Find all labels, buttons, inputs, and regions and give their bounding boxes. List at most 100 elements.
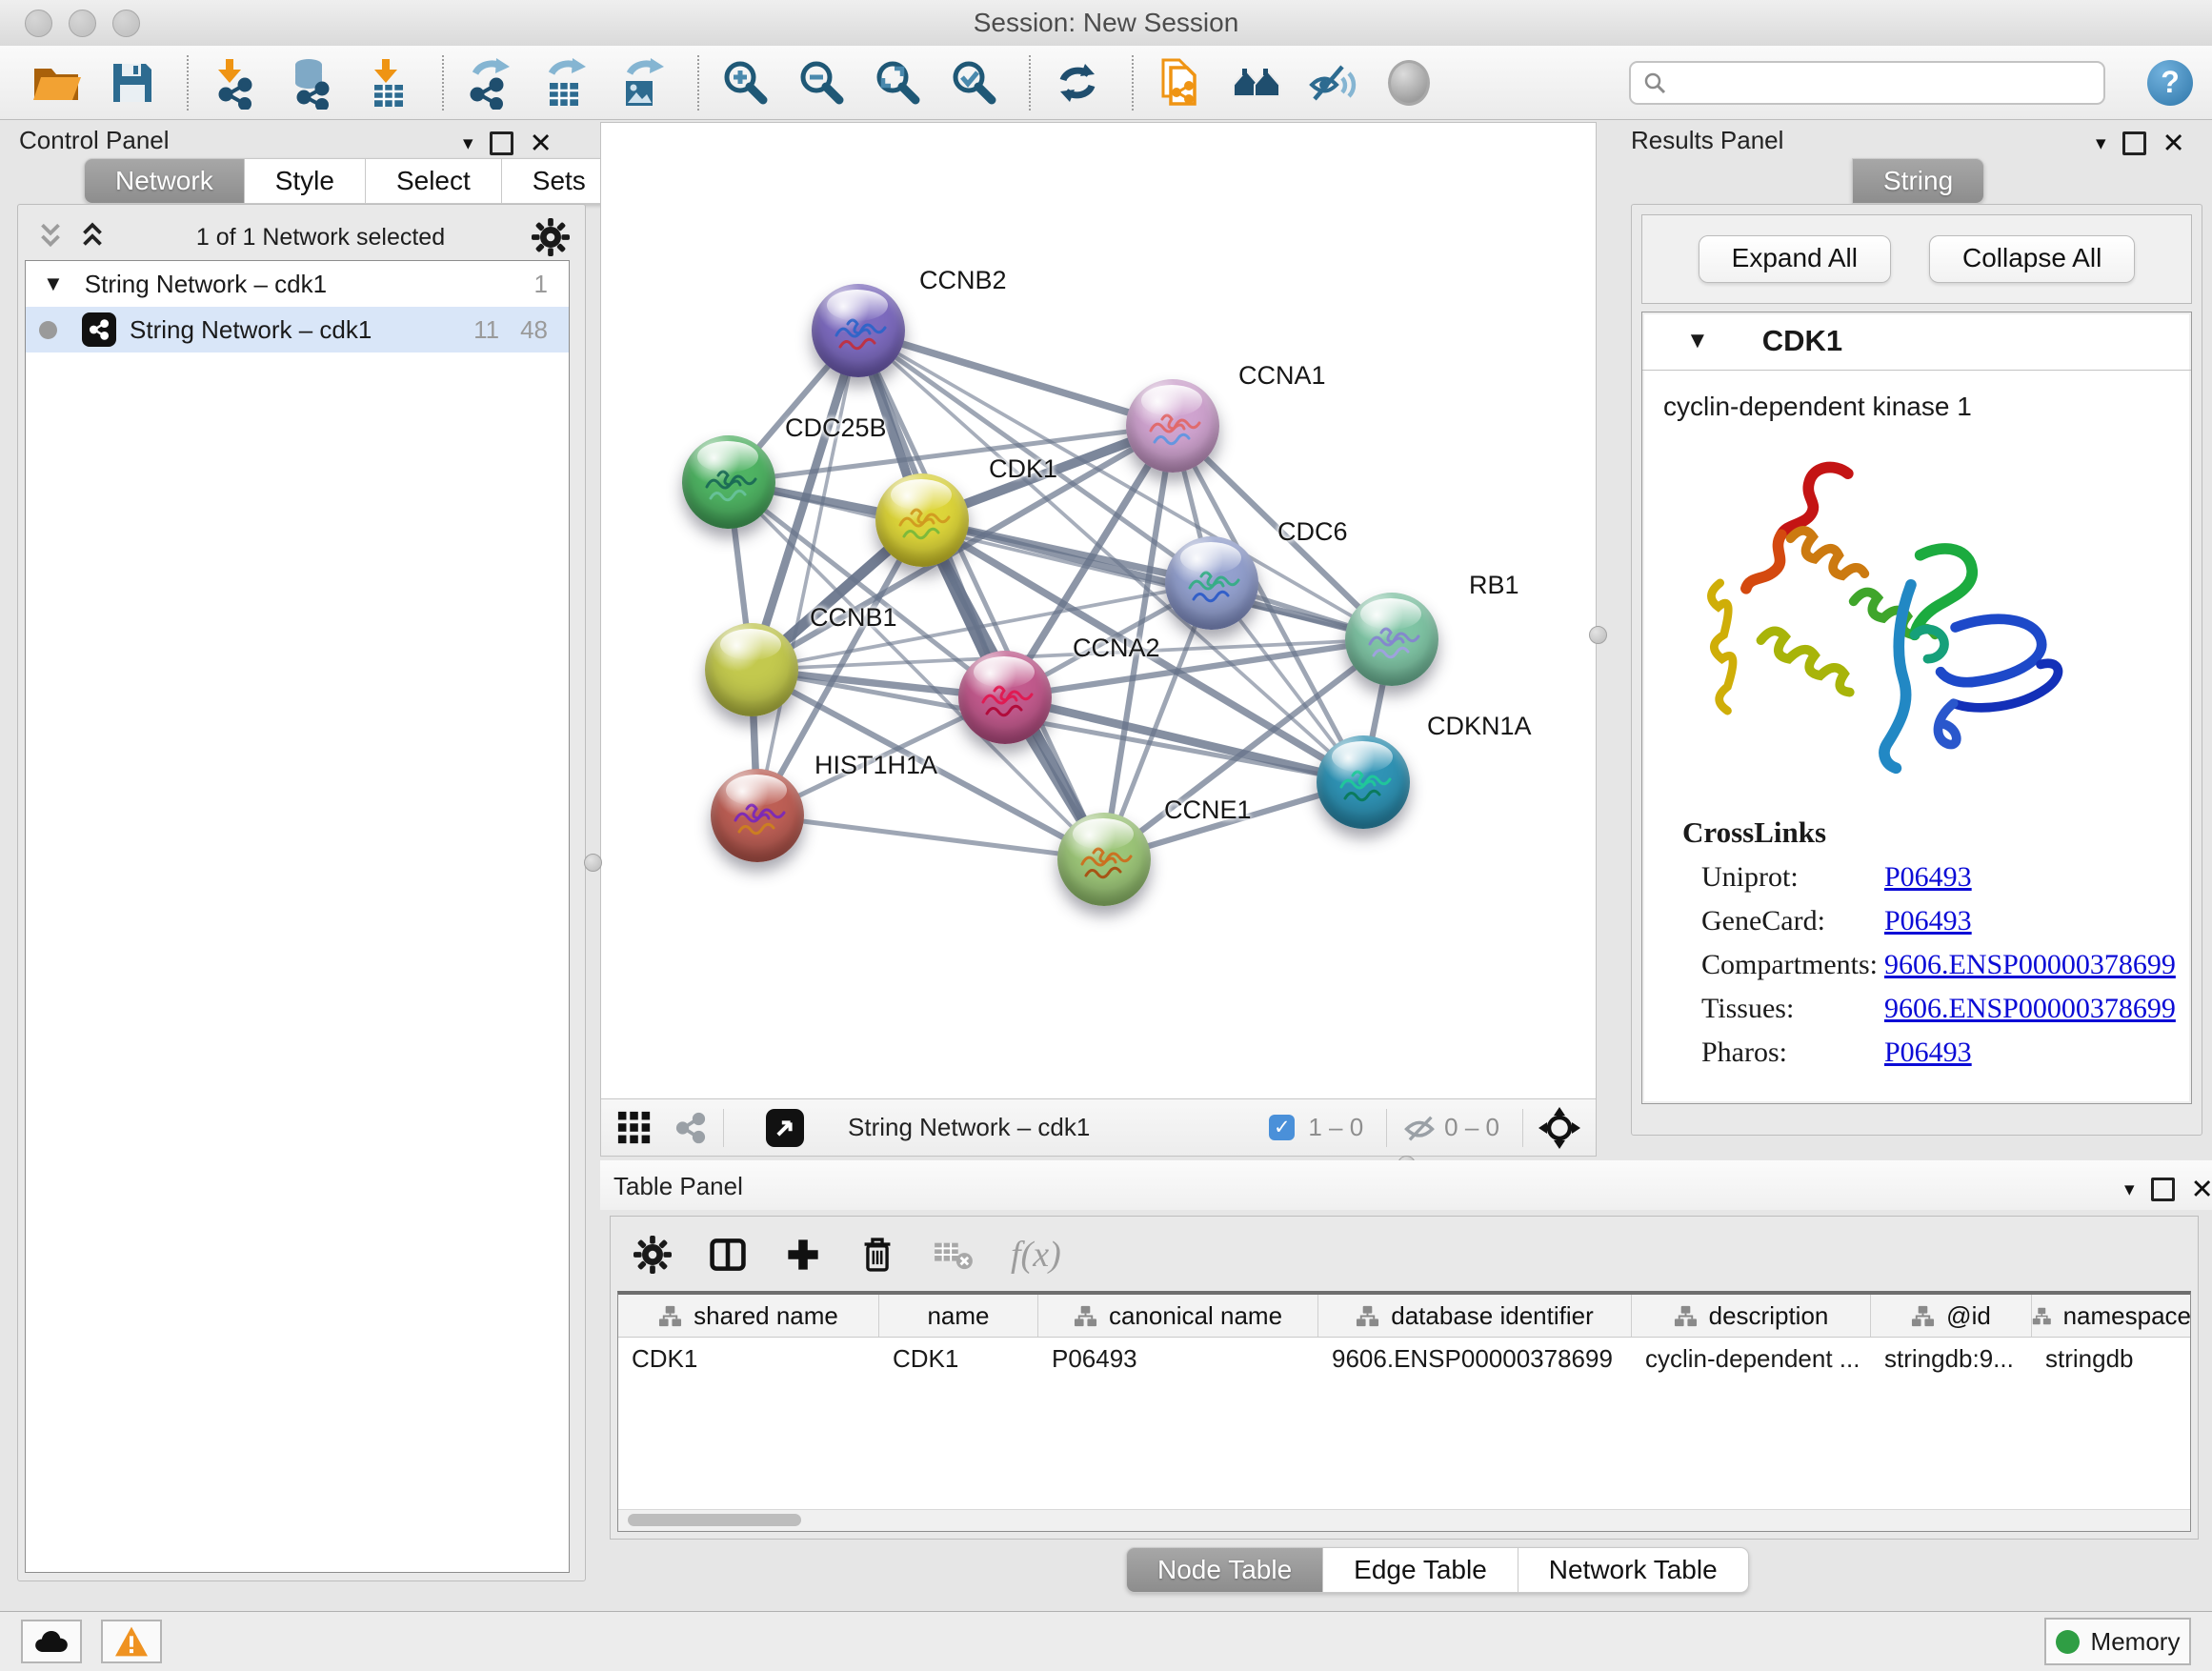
tab-style[interactable]: Style	[245, 158, 366, 204]
left-splitter-handle[interactable]	[584, 854, 602, 872]
collection-count: 1	[534, 270, 548, 299]
close-panel-icon[interactable]: ✕	[2162, 134, 2185, 153]
tab-select[interactable]: Select	[366, 158, 502, 204]
network-node-rb1[interactable]	[1345, 593, 1438, 686]
column-header-namespace[interactable]: namespace	[2032, 1295, 2191, 1337]
network-node-cdc25b[interactable]	[682, 435, 775, 529]
open-in-new-icon[interactable]	[766, 1109, 804, 1147]
column-label: name	[927, 1301, 989, 1331]
float-panel-icon[interactable]	[2122, 131, 2146, 155]
gene-header-row[interactable]: ▼ CDK1	[1642, 312, 2191, 371]
crosslink-value-link[interactable]: P06493	[1884, 861, 1972, 894]
network-list-toolbar: 1 of 1 Network selected	[18, 212, 585, 262]
selected-checkbox-icon[interactable]: ✓	[1269, 1115, 1295, 1140]
help-icon[interactable]: ?	[2147, 60, 2193, 106]
column-header-database-identifier[interactable]: database identifier	[1318, 1295, 1632, 1337]
add-column-icon[interactable]	[784, 1236, 822, 1274]
gene-expand-icon[interactable]: ▼	[1686, 328, 1709, 354]
column-header-shared-name[interactable]: shared name	[618, 1295, 879, 1337]
close-panel-icon[interactable]: ✕	[530, 134, 553, 153]
crosslink-value-link[interactable]: 9606.ENSP00000378699	[1884, 993, 2176, 1025]
zoom-out-icon[interactable]	[794, 55, 850, 111]
zoom-fit-icon[interactable]	[871, 55, 926, 111]
tab-network-table[interactable]: Network Table	[1518, 1547, 1749, 1593]
open-session-icon[interactable]	[29, 55, 84, 111]
collapse-all-icon[interactable]	[33, 222, 68, 252]
search-input[interactable]	[1677, 67, 2092, 98]
show-columns-icon[interactable]	[708, 1235, 748, 1275]
gear-icon[interactable]	[633, 1236, 672, 1274]
network-collection-row[interactable]: ▼ String Network – cdk1 1	[26, 261, 569, 307]
disabled-eye-icon[interactable]	[1381, 55, 1437, 111]
horizontal-scrollbar[interactable]	[618, 1509, 2190, 1531]
close-panel-icon[interactable]: ✕	[2191, 1180, 2212, 1199]
search-box	[1629, 61, 2105, 105]
import-network-icon[interactable]	[208, 55, 263, 111]
results-panel-title: Results Panel	[1631, 126, 1783, 155]
network-node-ccnb2[interactable]	[812, 284, 905, 377]
tab-node-table[interactable]: Node Table	[1126, 1547, 1323, 1593]
crosslink-label: GeneCard:	[1701, 905, 1884, 937]
zoom-in-icon[interactable]	[718, 55, 774, 111]
network-canvas[interactable]: CCNB2CCNA1CDC25BCDK1CDC6RB1CCNB1CCNA2CDK…	[601, 123, 1596, 1098]
houses-icon[interactable]	[1229, 55, 1284, 111]
crosslink-label: Pharos:	[1701, 1037, 1884, 1069]
network-row-selected[interactable]: String Network – cdk1 11 48	[26, 307, 569, 352]
edge-count: 48	[520, 315, 548, 345]
tab-string[interactable]: String	[1852, 158, 1984, 204]
network-node-ccna2[interactable]	[958, 651, 1052, 744]
refresh-layout-icon[interactable]	[1050, 55, 1105, 111]
function-builder-icon[interactable]: f(x)	[1011, 1234, 1061, 1276]
import-table-icon[interactable]	[360, 55, 415, 111]
export-network-icon[interactable]	[463, 55, 518, 111]
column-header-at-id[interactable]: @id	[1871, 1295, 2032, 1337]
annotation-grid-icon[interactable]	[616, 1110, 653, 1146]
export-image-icon[interactable]	[615, 55, 671, 111]
delete-column-icon[interactable]	[858, 1235, 896, 1275]
network-node-cdk1[interactable]	[875, 473, 969, 567]
share-network-icon[interactable]	[674, 1111, 708, 1145]
warning-button[interactable]	[101, 1620, 162, 1663]
network-node-ccnb1[interactable]	[705, 623, 798, 716]
import-network-database-icon[interactable]	[284, 55, 339, 111]
hide-graphics-eye-icon[interactable]	[1305, 55, 1360, 111]
network-node-cdc6[interactable]	[1165, 536, 1258, 630]
network-node-ccne1[interactable]	[1057, 813, 1151, 906]
collapse-all-button[interactable]: Collapse All	[1929, 235, 2135, 283]
tab-edge-table[interactable]: Edge Table	[1323, 1547, 1518, 1593]
crosslink-value-link[interactable]: 9606.ENSP00000378699	[1884, 949, 2176, 981]
right-splitter-handle[interactable]	[1589, 626, 1607, 644]
column-header-description[interactable]: description	[1632, 1295, 1871, 1337]
network-node-hist1h1a[interactable]	[711, 769, 804, 862]
network-node-ccna1[interactable]	[1126, 379, 1219, 473]
cloud-button[interactable]	[21, 1620, 82, 1663]
zoom-selected-icon[interactable]	[947, 55, 1002, 111]
delete-table-icon[interactable]	[933, 1238, 975, 1272]
tab-network[interactable]: Network	[84, 158, 245, 204]
memory-button[interactable]: Memory	[2044, 1618, 2191, 1665]
column-header-canonical-name[interactable]: canonical name	[1038, 1295, 1318, 1337]
expand-all-icon[interactable]	[75, 222, 110, 252]
collapse-panel-icon[interactable]: ▾	[2124, 1178, 2135, 1201]
export-table-icon[interactable]	[539, 55, 594, 111]
expand-all-button[interactable]: Expand All	[1699, 235, 1891, 283]
float-panel-icon[interactable]	[2151, 1178, 2175, 1201]
scrollbar-thumb[interactable]	[628, 1514, 801, 1526]
birdseye-crosshair-icon[interactable]	[1538, 1107, 1580, 1149]
gear-icon[interactable]	[532, 218, 570, 256]
tree-expand-icon[interactable]: ▼	[43, 272, 64, 296]
string-document-icon[interactable]	[1153, 55, 1208, 111]
save-session-icon[interactable]	[105, 55, 160, 111]
network-name: String Network – cdk1	[130, 315, 372, 345]
float-panel-icon[interactable]	[490, 131, 513, 155]
hidden-eye-icon[interactable]	[1402, 1112, 1437, 1144]
crosslink-value-link[interactable]: P06493	[1884, 905, 1972, 937]
table-row[interactable]: CDK1CDK1P064939606.ENSP00000378699cyclin…	[618, 1338, 2190, 1379]
column-label: namespace	[2063, 1301, 2191, 1331]
network-node-cdkn1a[interactable]	[1317, 735, 1410, 829]
collapse-panel-icon[interactable]: ▾	[2096, 131, 2106, 155]
crosslink-value-link[interactable]: P06493	[1884, 1037, 1972, 1069]
collapse-panel-icon[interactable]: ▾	[463, 131, 473, 155]
column-header-name[interactable]: name	[879, 1295, 1038, 1337]
network-selection-summary: 1 of 1 Network selected	[110, 224, 532, 252]
